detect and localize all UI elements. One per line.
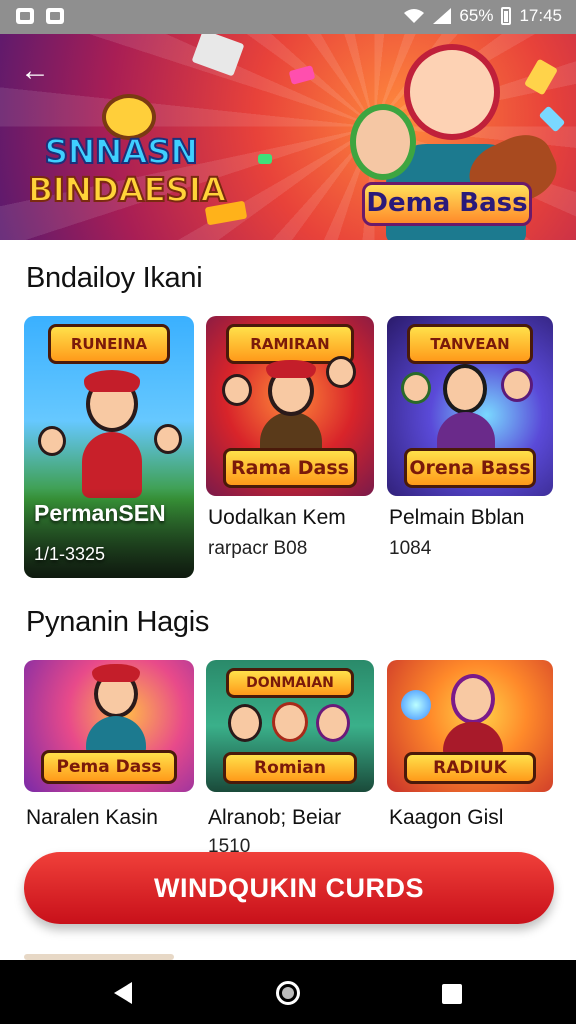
photos-icon: [46, 8, 64, 24]
card-art-label: Orena Bass: [403, 448, 537, 488]
game-thumbnail: RUNEINA PermanSEN 1/1-3325: [24, 316, 194, 578]
game-logo: SNNASN BINDAESIA: [27, 94, 227, 224]
hero-character-green: [350, 104, 416, 180]
card-banner-text: DONMAIAN: [246, 675, 334, 691]
status-bar: 65% 17:45: [0, 0, 576, 34]
game-card[interactable]: RUNEINA PermanSEN 1/1-3325: [24, 316, 194, 578]
nav-back-icon[interactable]: [114, 982, 132, 1004]
card-title: Alranob; Beiar: [208, 806, 342, 829]
battery-icon: [501, 7, 512, 25]
hero-brand-label: Dema Bass: [362, 182, 532, 226]
next-section-peek: [24, 946, 224, 960]
hero-character-red: [404, 44, 500, 140]
game-thumbnail: DONMAIAN Romian: [206, 660, 374, 792]
game-card[interactable]: DONMAIAN Romian Alranob; Beiar 1510: [206, 660, 374, 857]
card-overlay-title: PermanSEN: [34, 500, 166, 526]
card-banner-text: TANVEAN: [430, 335, 510, 353]
section-title: Bndailoy Ikani: [26, 262, 203, 294]
card-title: Kaagon Gisl: [389, 806, 504, 829]
system-nav-bar: [0, 960, 576, 1024]
section-title: Pynanin Hagis: [26, 606, 210, 638]
card-meta: 1084: [389, 538, 432, 559]
card-art-label: Romian: [222, 752, 358, 784]
nav-recent-apps-icon[interactable]: [442, 984, 462, 1004]
game-thumbnail: TANVEAN Orena Bass: [387, 316, 553, 496]
game-card[interactable]: TANVEAN Orena Bass Pelmain Bblan 1084: [387, 316, 553, 576]
card-title: Naralen Kasin: [26, 806, 158, 829]
card-meta: rarpacr B08: [208, 538, 308, 559]
logo-line1: SNNASN: [44, 131, 199, 172]
battery-percent: 65%: [459, 6, 494, 25]
card-banner-text: RAMIRAN: [250, 335, 330, 353]
card-art-label: Rama Dass: [222, 448, 358, 488]
logo-line2: BINDAESIA: [27, 169, 227, 210]
signal-icon: [433, 8, 452, 24]
game-card[interactable]: Pema Dass Naralen Kasin: [24, 660, 194, 850]
download-button[interactable]: WINDQUKIN CURDS: [24, 852, 554, 924]
gallery-icon: [16, 8, 34, 24]
clock: 17:45: [519, 6, 562, 25]
card-art-label: Pema Dass: [41, 750, 177, 784]
game-thumbnail: Pema Dass: [24, 660, 194, 792]
card-overlay-subtitle: 1/1-3325: [34, 544, 106, 564]
game-card[interactable]: RADIUK Kaagon Gisl: [387, 660, 553, 850]
nav-home-icon[interactable]: [276, 981, 300, 1005]
card-title: Uodalkan Kem: [208, 506, 346, 529]
card-banner-text: RUNEINA: [70, 335, 148, 353]
card-title: Pelmain Bblan: [389, 506, 525, 529]
game-card[interactable]: RAMIRAN Rama Dass Uodalkan Kem rarpacr B…: [206, 316, 374, 576]
game-thumbnail: RAMIRAN Rama Dass: [206, 316, 374, 496]
hero-banner: ← SNNASN BINDAESIA Dema Bass: [0, 34, 576, 240]
game-thumbnail: RADIUK: [387, 660, 553, 792]
wifi-icon: [404, 9, 425, 23]
back-arrow-icon[interactable]: ←: [20, 56, 52, 88]
card-art-label: RADIUK: [403, 752, 537, 784]
